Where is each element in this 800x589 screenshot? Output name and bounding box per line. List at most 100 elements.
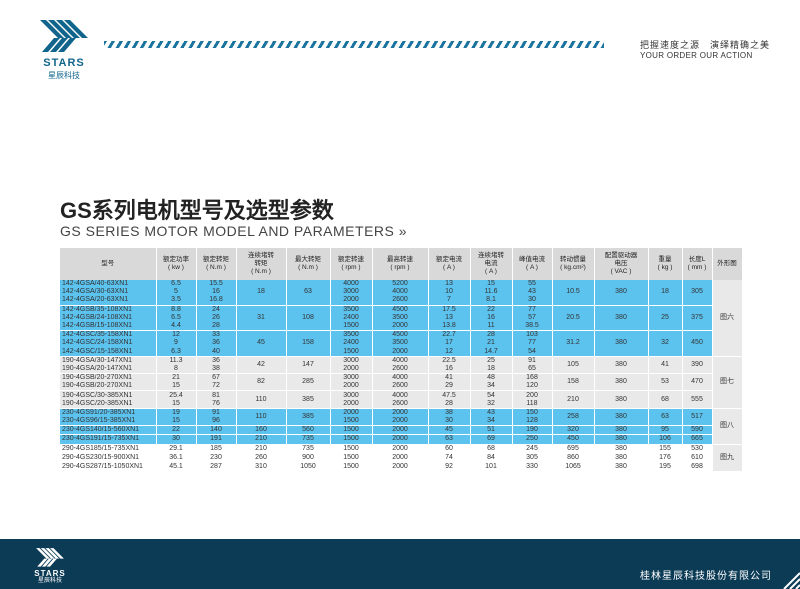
value-cell: 375 bbox=[682, 304, 713, 331]
stars-logo-icon bbox=[36, 548, 64, 567]
value-cell: 38 bbox=[196, 364, 237, 374]
column-header: 转动惯量 ( kg.cm²) bbox=[552, 248, 595, 280]
value-cell: 110 bbox=[236, 407, 287, 426]
value-cell: 258 bbox=[552, 407, 595, 426]
value-cell: 155 bbox=[648, 443, 683, 454]
value-cell: 2000 bbox=[330, 382, 373, 391]
logo-text: STARS bbox=[43, 57, 85, 69]
model-cell: 190-4GSA/20-147XN1 bbox=[60, 364, 157, 374]
model-cell: 230-4GS96/15-385XN1 bbox=[60, 417, 157, 426]
model-cell: 230-4GS191/15-735XN1 bbox=[60, 434, 157, 445]
value-cell: 3000 bbox=[330, 390, 373, 400]
value-cell: 517 bbox=[682, 407, 713, 426]
value-cell: 4000 bbox=[372, 373, 429, 383]
value-cell: 17.5 bbox=[428, 304, 471, 314]
value-cell: 1500 bbox=[330, 425, 373, 435]
footer-logo: STARS 星辰科技 bbox=[20, 547, 80, 584]
model-cell: 190-4GSC/30-385XN1 bbox=[60, 390, 157, 400]
value-cell: 15 bbox=[156, 417, 197, 426]
value-cell: 380 bbox=[594, 443, 649, 454]
value-cell: 26 bbox=[196, 313, 237, 322]
value-cell: 860 bbox=[552, 452, 595, 463]
logo-subtext: 星辰科技 bbox=[48, 71, 80, 80]
column-header: 重量 ( kg ) bbox=[648, 248, 683, 280]
model-cell: 142-4GSC/35-158XN1 bbox=[60, 330, 157, 340]
value-cell: 380 bbox=[594, 425, 649, 435]
value-cell: 10 bbox=[428, 288, 471, 297]
table-row: 230-4GS191/15-735XN1 30 191 210 735 1500 2000 6… bbox=[60, 434, 742, 445]
value-cell: 4000 bbox=[330, 280, 373, 289]
value-cell: 150 bbox=[512, 407, 553, 417]
value-cell: 1500 bbox=[330, 347, 373, 357]
value-cell: 17 bbox=[428, 339, 471, 348]
value-cell: 60 bbox=[428, 443, 471, 454]
value-cell: 45 bbox=[428, 425, 471, 435]
slogan-en: YOUR ORDER OUR ACTION bbox=[640, 51, 753, 60]
value-cell: 76 bbox=[196, 399, 237, 409]
value-cell: 230 bbox=[196, 452, 237, 463]
value-cell: 11.3 bbox=[156, 355, 197, 365]
double-chevron-icon: » bbox=[398, 223, 408, 239]
column-header: 额定功率 ( kw ) bbox=[156, 248, 197, 280]
value-cell: 3.5 bbox=[156, 296, 197, 306]
value-cell: 12 bbox=[156, 330, 197, 340]
value-cell: 15.5 bbox=[196, 280, 237, 289]
value-cell: 305 bbox=[682, 280, 713, 306]
column-header: 额定电流 ( A ) bbox=[428, 248, 471, 280]
value-cell: 305 bbox=[512, 452, 553, 463]
table-row: 230-4GS140/15-560XN1 22 140 160 560 1500 2000 4… bbox=[60, 425, 742, 435]
value-cell: 55 bbox=[512, 280, 553, 289]
value-cell: 36 bbox=[196, 355, 237, 365]
value-cell: 3500 bbox=[330, 304, 373, 314]
value-cell: 29.1 bbox=[156, 443, 197, 454]
value-cell: 698 bbox=[682, 461, 713, 472]
column-header: 长度L ( mm ) bbox=[682, 248, 713, 280]
value-cell: 43 bbox=[470, 407, 513, 417]
value-cell: 43 bbox=[512, 288, 553, 297]
value-cell: 16 bbox=[470, 313, 513, 322]
value-cell: 3500 bbox=[330, 330, 373, 340]
value-cell: 13 bbox=[428, 280, 471, 289]
table-row: 142-4GSC/35-158XN1 12 33 45 158 3500 4500 22.7 2… bbox=[60, 330, 742, 357]
model-cell: 290-4GS287/15-1050XN1 bbox=[60, 461, 157, 472]
value-cell: 2000 bbox=[330, 407, 373, 417]
value-cell: 32 bbox=[470, 399, 513, 409]
value-cell: 3000 bbox=[330, 355, 373, 365]
value-cell: 735 bbox=[286, 434, 331, 445]
column-header: 峰值电流 ( A ) bbox=[512, 248, 553, 280]
value-cell: 160 bbox=[236, 425, 287, 435]
value-cell: 560 bbox=[286, 425, 331, 435]
column-header: 额定转矩 ( N.m ) bbox=[196, 248, 237, 280]
value-cell: 695 bbox=[552, 443, 595, 454]
value-cell: 3500 bbox=[372, 339, 429, 348]
value-cell: 45 bbox=[236, 330, 287, 357]
value-cell: 2400 bbox=[330, 339, 373, 348]
value-cell: 15 bbox=[156, 399, 197, 409]
value-cell: 25.4 bbox=[156, 390, 197, 400]
value-cell: 47.5 bbox=[428, 390, 471, 400]
value-cell: 105 bbox=[552, 355, 595, 374]
value-cell: 2000 bbox=[372, 434, 429, 445]
value-cell: 8.8 bbox=[156, 304, 197, 314]
brand-logo: STARS 星辰科技 bbox=[14, 18, 114, 80]
value-cell: 24 bbox=[196, 304, 237, 314]
value-cell: 380 bbox=[594, 407, 649, 426]
table-row: 190-4GSB/20-270XN1 21 67 82 285 3000 4000 41 48 1… bbox=[60, 373, 742, 391]
value-cell: 54 bbox=[512, 347, 553, 357]
value-cell: 33 bbox=[196, 330, 237, 340]
value-cell: 4500 bbox=[372, 330, 429, 340]
column-header: 额定转速 ( rpm ) bbox=[330, 248, 373, 280]
value-cell: 63 bbox=[286, 280, 331, 306]
value-cell: 91 bbox=[196, 407, 237, 417]
value-cell: 22 bbox=[156, 425, 197, 435]
value-cell: 1065 bbox=[552, 461, 595, 472]
value-cell: 4000 bbox=[372, 390, 429, 400]
value-cell: 25 bbox=[470, 355, 513, 365]
value-cell: 1500 bbox=[330, 321, 373, 331]
column-header: 最大转矩 ( N.m ) bbox=[286, 248, 331, 280]
model-cell: 142-4GSB/24-108XN1 bbox=[60, 313, 157, 322]
value-cell: 108 bbox=[286, 304, 331, 331]
value-cell: 11 bbox=[470, 321, 513, 331]
value-cell: 2000 bbox=[372, 461, 429, 472]
stars-logo-icon bbox=[40, 20, 88, 52]
